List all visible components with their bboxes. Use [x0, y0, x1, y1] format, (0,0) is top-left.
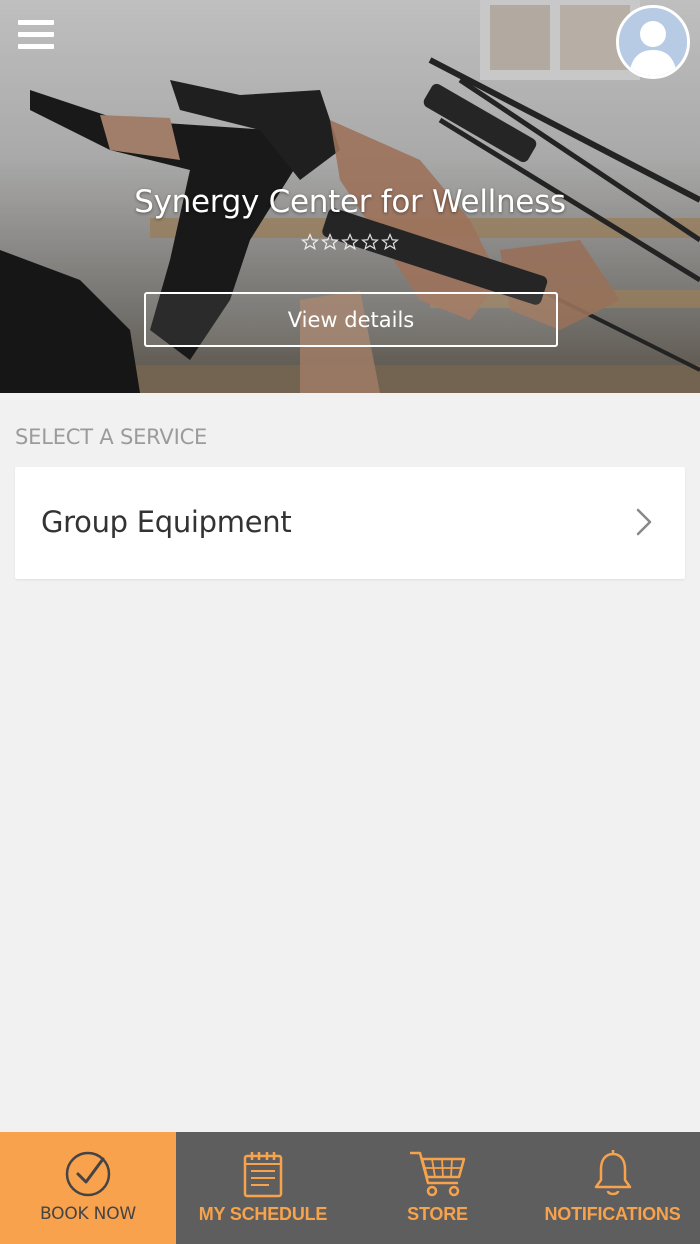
tab-label: NOTIFICATIONS — [544, 1204, 681, 1224]
hamburger-menu-icon[interactable] — [18, 20, 54, 54]
bell-icon — [594, 1150, 631, 1196]
business-name: Synergy Center for Wellness — [134, 184, 566, 220]
tab-book-now[interactable]: BOOK NOW — [0, 1132, 176, 1244]
star-icon — [321, 233, 339, 251]
star-icon — [301, 233, 319, 251]
tab-label: MY SCHEDULE — [198, 1204, 328, 1224]
user-avatar-icon[interactable] — [616, 5, 690, 79]
calendar-icon — [243, 1152, 283, 1198]
section-heading: SELECT A SERVICE — [15, 425, 208, 449]
checkmark-circle-icon — [65, 1151, 111, 1197]
shopping-cart-icon — [409, 1151, 465, 1197]
tab-notifications[interactable]: NOTIFICATIONS — [525, 1132, 700, 1244]
chevron-right-icon — [636, 508, 652, 536]
tab-my-schedule[interactable]: MY SCHEDULE — [176, 1132, 350, 1244]
bottom-tab-bar: BOOK NOW MY SCHEDULE STORE NOTIFICATIONS — [0, 1132, 700, 1244]
tab-store[interactable]: STORE — [350, 1132, 525, 1244]
star-icon — [381, 233, 399, 251]
service-item-group-equipment[interactable]: Group Equipment — [15, 467, 685, 579]
service-label: Group Equipment — [41, 505, 292, 539]
star-rating — [0, 233, 700, 253]
view-details-button[interactable]: View details — [144, 292, 558, 347]
tab-label: STORE — [407, 1204, 468, 1224]
star-icon — [361, 233, 379, 251]
tab-label: BOOK NOW — [40, 1204, 136, 1224]
star-icon — [341, 233, 359, 251]
